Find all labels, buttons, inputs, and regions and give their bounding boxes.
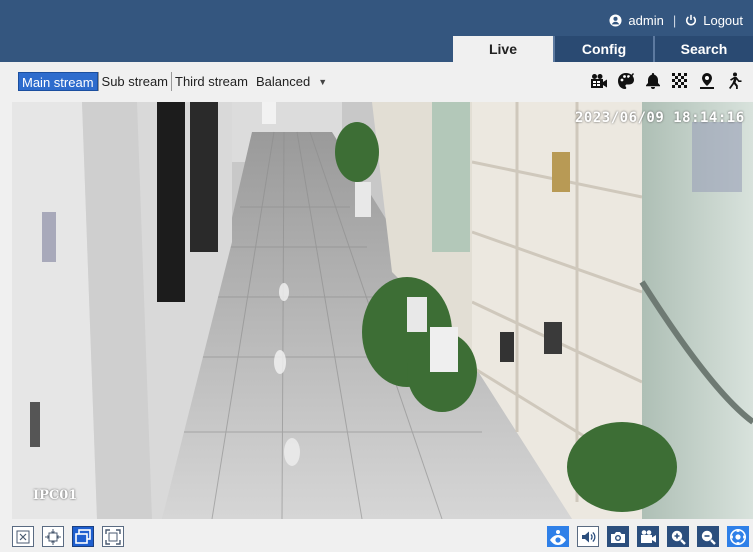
stretch-icon[interactable] xyxy=(72,526,94,547)
mosaic-icon[interactable] xyxy=(670,71,689,90)
location-icon[interactable] xyxy=(697,71,716,90)
third-stream-button[interactable]: Third stream xyxy=(171,72,251,91)
sub-stream-button[interactable]: Sub stream xyxy=(97,72,171,91)
quality-value: Balanced xyxy=(256,74,311,89)
snapshot-icon[interactable] xyxy=(607,526,629,547)
quality-dropdown[interactable]: Balanced ▼ xyxy=(256,74,327,89)
tab-live[interactable]: Live xyxy=(453,36,553,62)
user-separator: | xyxy=(672,12,677,28)
live-video-view[interactable]: 2023/06/09 18:14:16 IPC01 xyxy=(12,102,753,519)
power-icon[interactable] xyxy=(685,14,697,26)
live-toolbar: Main stream Sub stream Third stream Bala… xyxy=(0,62,753,102)
stream-selector: Main stream Sub stream Third stream xyxy=(18,72,251,91)
user-icon xyxy=(609,13,622,27)
tab-config[interactable]: Config xyxy=(553,36,653,62)
header-bar: admin | Logout Live Config Search xyxy=(0,0,753,62)
chevron-down-icon: ▼ xyxy=(318,76,328,87)
original-size-icon[interactable] xyxy=(12,526,34,547)
person-motion-icon[interactable] xyxy=(724,71,743,90)
ptz-eye-icon[interactable] xyxy=(547,526,569,547)
ptz-control-icon[interactable] xyxy=(727,526,749,547)
logout-link[interactable]: Logout xyxy=(703,13,743,28)
camera-name-overlay: IPC01 xyxy=(33,488,78,503)
audio-icon[interactable] xyxy=(577,526,599,547)
app-window: admin | Logout Live Config Search Main s… xyxy=(0,0,753,552)
fit-window-icon[interactable] xyxy=(42,526,64,547)
bottom-toolbar xyxy=(0,519,753,552)
tab-search[interactable]: Search xyxy=(653,36,753,62)
video-timestamp: 2023/06/09 18:14:16 xyxy=(575,110,745,126)
main-stream-button[interactable]: Main stream xyxy=(18,72,98,91)
user-bar: admin | Logout xyxy=(609,10,743,30)
record-icon[interactable] xyxy=(589,71,608,90)
zoom-in-icon[interactable] xyxy=(667,526,689,547)
video-frame-image xyxy=(12,102,753,519)
paint-icon[interactable] xyxy=(616,71,635,90)
username-label[interactable]: admin xyxy=(628,13,663,28)
video-record-icon[interactable] xyxy=(637,526,659,547)
live-control-tools xyxy=(547,526,749,547)
fullscreen-icon[interactable] xyxy=(102,526,124,547)
main-tabs: Live Config Search xyxy=(453,36,753,62)
view-mode-tools xyxy=(12,526,124,547)
zoom-out-icon[interactable] xyxy=(697,526,719,547)
live-tools xyxy=(589,71,743,90)
alarm-bell-icon[interactable] xyxy=(643,71,662,90)
